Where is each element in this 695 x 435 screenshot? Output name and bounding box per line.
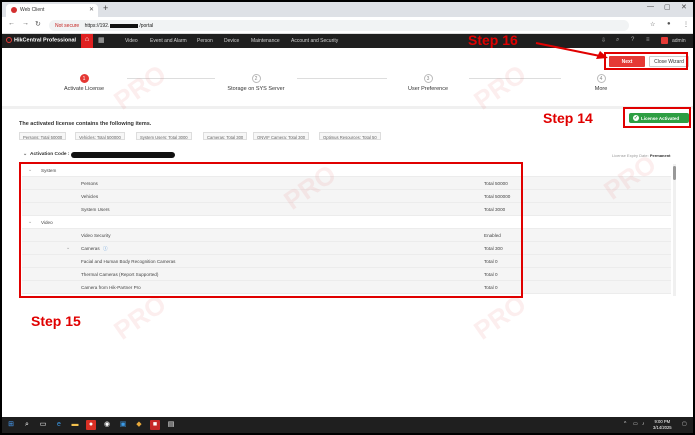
step16-label: Step 16 <box>468 32 518 48</box>
license-section-title: The activated license contains the follo… <box>19 121 152 127</box>
step-label: More <box>594 86 608 92</box>
expiry-value: Permanent <box>649 153 671 158</box>
app-icon[interactable]: ▣ <box>118 420 128 430</box>
hik-logo-icon <box>6 37 12 43</box>
chip-cameras: Cameras: Total 300 <box>203 132 248 140</box>
table-scrollbar[interactable] <box>673 164 676 296</box>
grid-icon[interactable]: ▦ <box>98 36 105 44</box>
step-label: User Preference <box>407 86 449 92</box>
not-secure-indicator[interactable]: Not secure <box>55 23 79 29</box>
table-scrollbar-thumb[interactable] <box>673 166 676 180</box>
tray-chevron-icon[interactable]: ^ <box>624 421 626 427</box>
chip-vehicles: Vehicles: Total 500000 <box>75 132 125 140</box>
step-number: 4 <box>596 74 606 83</box>
step-label: Storage on SYS Server <box>227 86 285 92</box>
app-icon[interactable]: ■ <box>150 420 160 430</box>
step16-highlight <box>604 52 688 70</box>
chip-onvif-camera: ONVIF Camera: Total 300 <box>253 132 310 140</box>
window-close-icon[interactable]: ✕ <box>681 3 687 11</box>
star-icon[interactable]: ☆ <box>650 21 655 28</box>
step15-highlight <box>19 162 523 298</box>
username[interactable]: admin <box>672 38 686 44</box>
tab-strip: Web Client ✕ + — ▢ ✕ <box>2 2 693 17</box>
step15-label: Step 15 <box>31 313 81 329</box>
menu-video[interactable]: Video <box>125 38 138 44</box>
step-number: 3 <box>423 74 433 83</box>
wizard-step-user-preference[interactable]: 3 User Preference <box>388 74 468 92</box>
settings-icon[interactable]: ≡ <box>646 37 650 43</box>
menu-account-security[interactable]: Account and Security <box>291 38 338 44</box>
brand-name: HikCentral Professional <box>14 37 77 44</box>
step-number: 1 <box>79 74 89 83</box>
activation-code-toggle[interactable]: ⌄ Activation Code : <box>23 152 69 157</box>
menu-device[interactable]: Device <box>224 38 239 44</box>
edge-icon[interactable]: e <box>54 420 64 430</box>
taskbar: ⊞ ⌕ ▭ e ▬ ● ◉ ▣ ◆ ■ ▤ ^ ▭ ♪ 9:00 PM 3/14… <box>2 417 693 433</box>
brand: HikCentral Professional <box>6 37 76 43</box>
wizard-step-storage[interactable]: 2 Storage on SYS Server <box>216 74 296 92</box>
step14-highlight <box>623 107 691 128</box>
url-prefix: https://192. <box>84 23 110 29</box>
chevron-down-icon: ⌄ <box>23 152 28 157</box>
step14-label: Step 14 <box>543 110 593 126</box>
app-icon[interactable]: ◉ <box>102 420 112 430</box>
chrome-icon[interactable]: ● <box>86 420 96 430</box>
forward-icon[interactable]: → <box>22 20 29 27</box>
url-suffix: /portal <box>139 23 154 29</box>
reload-icon[interactable]: ↻ <box>35 20 41 28</box>
back-icon[interactable]: ← <box>8 20 15 27</box>
network-icon[interactable]: ▭ <box>633 421 638 427</box>
menu-maintenance[interactable]: Maintenance <box>251 38 280 44</box>
search-icon[interactable]: ⌕ <box>22 420 32 430</box>
activation-code-label: Activation Code : <box>30 152 70 157</box>
browser-toolbar: ← → ↻ Not secure https://192. /portal ☆ ●… <box>2 17 693 34</box>
url-redaction <box>110 23 139 28</box>
profile-icon[interactable]: ● <box>667 21 671 27</box>
task-view-icon[interactable]: ▭ <box>38 420 48 430</box>
divider <box>2 106 693 109</box>
activation-code-redaction <box>71 152 175 158</box>
maximize-icon[interactable]: ▢ <box>664 3 671 11</box>
browser-tab[interactable]: Web Client ✕ <box>6 4 98 17</box>
system-clock[interactable]: 9:00 PM 3/14/2025 <box>653 419 672 430</box>
clock-time: 9:00 PM <box>654 419 671 424</box>
tab-title: Web Client <box>20 7 45 13</box>
chip-optimus-resources: Optimus Resources: Total 50 <box>319 132 381 140</box>
clock-date: 3/14/2025 <box>653 424 672 430</box>
browser-menu-icon[interactable]: ⋮ <box>683 21 689 28</box>
step16-arrow <box>535 42 608 59</box>
file-explorer-icon[interactable]: ▬ <box>70 420 80 430</box>
notification-icon[interactable]: ▢ <box>682 421 687 427</box>
minimize-icon[interactable]: — <box>647 3 654 10</box>
hik-favicon-icon <box>11 7 17 13</box>
help-icon[interactable]: ? <box>631 37 634 43</box>
home-icon[interactable]: ⌂ <box>81 34 93 48</box>
step-connector <box>297 78 387 79</box>
wizard-step-more[interactable]: 4 More <box>561 74 641 92</box>
menu-person[interactable]: Person <box>197 38 213 44</box>
user-avatar-icon[interactable] <box>661 37 668 44</box>
app-icon[interactable]: ◆ <box>134 420 144 430</box>
volume-icon[interactable]: ♪ <box>642 421 645 427</box>
search-icon[interactable]: ⌕ <box>616 37 619 44</box>
address-bar[interactable]: Not secure https://192. /portal <box>49 20 629 31</box>
app-icon[interactable]: ▤ <box>166 420 176 430</box>
chip-persons: Persons: Total 50000 <box>19 132 67 140</box>
windows-start-icon[interactable]: ⊞ <box>6 420 16 430</box>
browser-window: Web Client ✕ + — ▢ ✕ ← → ↻ Not secure ht… <box>2 2 693 433</box>
new-tab-icon[interactable]: + <box>103 3 108 13</box>
chip-system-users: System Users: Total 3000 <box>136 132 192 140</box>
close-tab-icon[interactable]: ✕ <box>89 6 94 13</box>
menu-event-alarm[interactable]: Event and Alarm <box>150 38 187 44</box>
step-number: 2 <box>251 74 261 83</box>
